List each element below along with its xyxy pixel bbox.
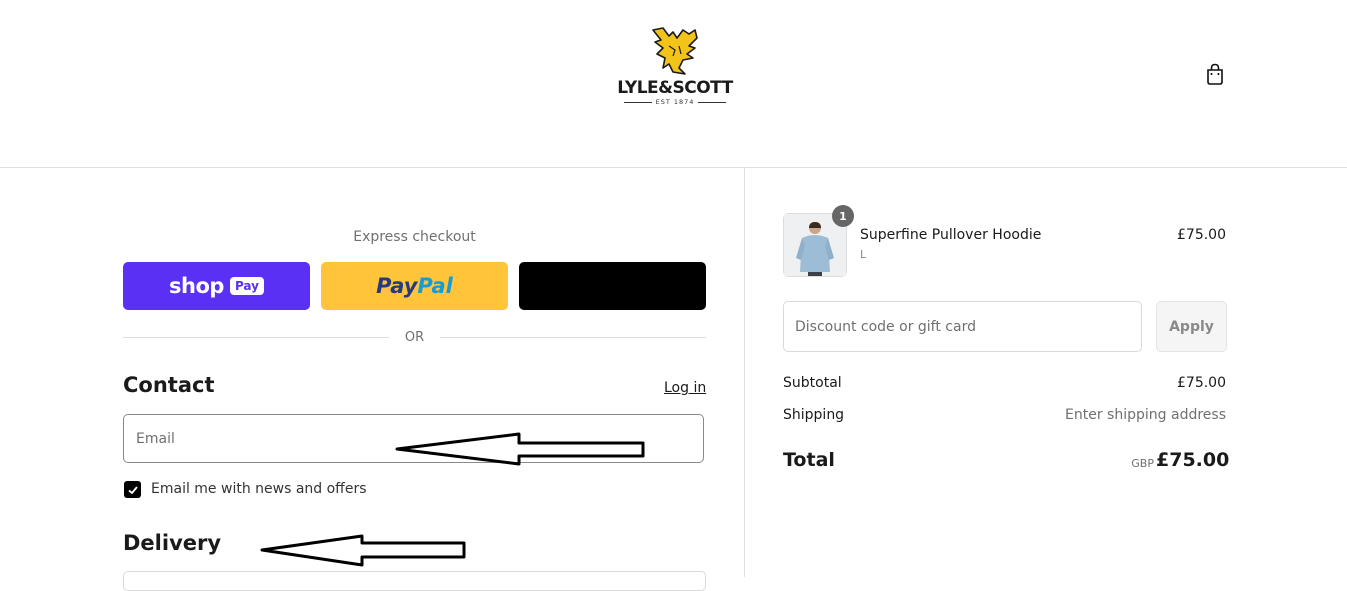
express-pay-button[interactable] <box>519 262 706 310</box>
or-text: OR <box>404 329 425 345</box>
brand-rule-left <box>623 101 652 103</box>
subtotal-value: £75.00 <box>1177 375 1226 391</box>
golden-eagle-icon <box>652 27 698 75</box>
news-offers-label: Email me with news and offers <box>151 481 367 497</box>
express-checkout-label: Express checkout <box>353 229 476 245</box>
paypal-wordmark-part1: Pay <box>376 274 418 298</box>
brand-rule-right <box>698 101 727 103</box>
shop-pay-pill: Pay <box>229 277 264 295</box>
paypal-wordmark-part2: Pal <box>417 274 453 298</box>
product-variant: L <box>860 248 867 261</box>
annotation-arrow-delivery <box>260 534 466 567</box>
total-label: Total <box>783 449 835 471</box>
shopping-bag-icon[interactable] <box>1205 62 1225 86</box>
contact-heading: Contact <box>123 373 215 397</box>
or-separator: OR <box>123 328 707 346</box>
shop-pay-button[interactable]: shop Pay <box>123 262 310 310</box>
annotation-arrow-email <box>395 432 645 466</box>
site-header: LYLE&SCOTT EST 1874 <box>0 0 1347 168</box>
quantity-badge: 1 <box>832 205 854 227</box>
product-name: Superfine Pullover Hoodie <box>860 227 1042 243</box>
product-price: £75.00 <box>1177 227 1226 243</box>
checkmark-icon <box>127 485 138 494</box>
paypal-button[interactable]: Pay Pal <box>321 262 508 310</box>
news-offers-checkbox[interactable] <box>124 481 141 498</box>
brand-est: EST 1874 <box>655 98 695 106</box>
total-currency: GBP <box>1131 457 1154 470</box>
or-line-left <box>123 336 389 338</box>
shop-pay-wordmark: shop <box>169 274 224 298</box>
apply-discount-button[interactable]: Apply <box>1156 301 1227 352</box>
or-line-right <box>440 336 707 338</box>
delivery-country-select[interactable] <box>123 571 706 591</box>
log-in-link[interactable]: Log in <box>664 380 706 396</box>
shipping-value: Enter shipping address <box>1065 407 1226 423</box>
shipping-label: Shipping <box>783 407 845 423</box>
discount-code-field[interactable] <box>783 301 1142 352</box>
delivery-heading: Delivery <box>123 531 222 555</box>
column-divider <box>744 168 745 577</box>
brand-name: LYLE&SCOTT <box>617 78 733 98</box>
brand-logo[interactable]: LYLE&SCOTT EST 1874 <box>616 24 734 112</box>
total-value: £75.00 <box>1156 449 1230 471</box>
subtotal-label: Subtotal <box>783 375 842 391</box>
